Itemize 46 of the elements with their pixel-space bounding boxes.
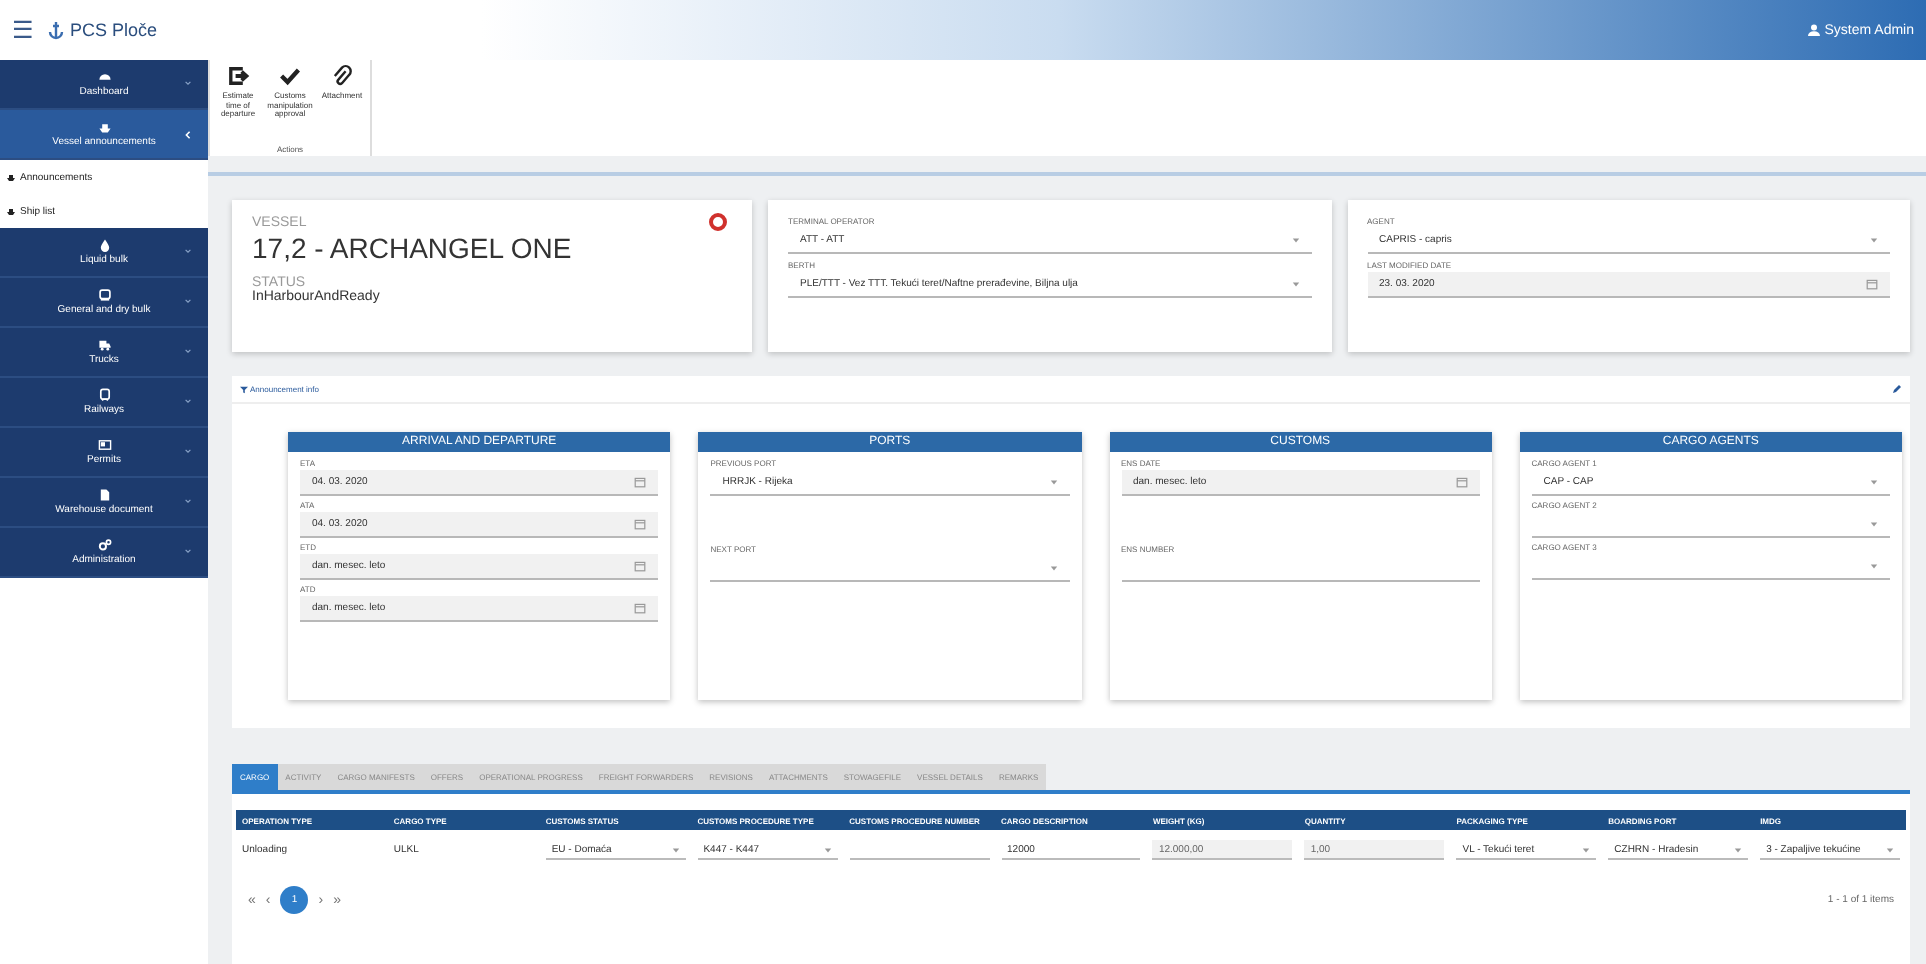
drop-icon (97, 238, 111, 252)
exit-icon (226, 64, 250, 88)
gears-icon (97, 538, 111, 552)
dropdown-arrow-icon (1049, 478, 1057, 486)
app-logo-text: PCS Ploče (70, 20, 158, 40)
dropdown-arrow-icon (1049, 564, 1057, 572)
chevron-down-icon (184, 498, 192, 504)
calendar-icon (634, 476, 647, 488)
filter-icon (240, 385, 248, 393)
truck-icon (97, 338, 111, 352)
anchor-icon (46, 18, 66, 42)
dropdown-arrow-icon (1291, 280, 1299, 288)
vessel-name: 17,2 - ARCHANGEL ONE (252, 232, 574, 264)
document-icon (97, 488, 111, 502)
dropdown-arrow-icon (823, 845, 832, 853)
dropdown-arrow-icon (1870, 478, 1878, 486)
chevron-down-icon (184, 548, 192, 554)
paperclip-icon (330, 64, 354, 88)
dropdown-arrow-icon (1886, 845, 1894, 853)
dropdown-arrow-icon (1870, 562, 1878, 570)
chevron-down-icon (184, 448, 192, 454)
dropdown-arrow-icon (1734, 845, 1743, 853)
check-icon (278, 64, 302, 88)
lifebuoy-icon (708, 212, 728, 232)
chevron-left-icon (184, 130, 192, 140)
edit-icon (1892, 384, 1902, 394)
dropdown-arrow-icon (1291, 236, 1299, 244)
user-icon (1808, 24, 1821, 36)
menu-button[interactable]: ☰ (12, 18, 34, 42)
chevron-down-icon (184, 398, 192, 404)
dropdown-arrow-icon (1582, 845, 1591, 853)
calendar-icon (634, 560, 647, 572)
calendar-icon (634, 602, 647, 614)
chevron-down-icon (184, 348, 192, 354)
calendar-icon (1455, 476, 1468, 488)
calendar-icon (1866, 278, 1878, 290)
dropdown-arrow-icon (1870, 520, 1878, 528)
dropdown-arrow-icon (671, 845, 680, 853)
chevron-down-icon (184, 80, 192, 86)
id-card-icon (97, 438, 111, 452)
dropdown-arrow-icon (1870, 236, 1878, 244)
chevron-down-icon (184, 248, 192, 254)
bus-icon (97, 288, 111, 302)
chevron-down-icon (184, 298, 192, 304)
calendar-icon (634, 518, 647, 530)
train-icon (97, 388, 111, 402)
